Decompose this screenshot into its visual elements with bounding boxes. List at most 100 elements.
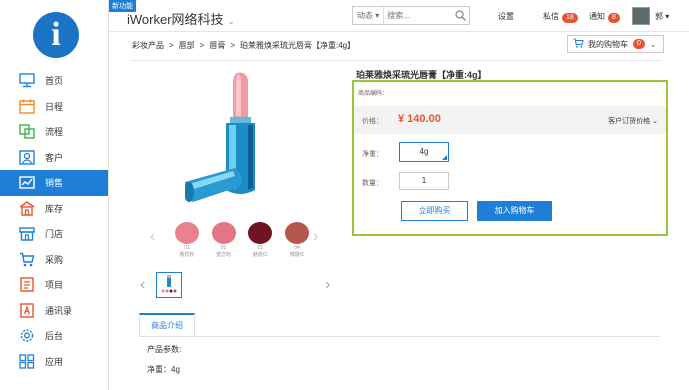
breadcrumb-item[interactable]: 唇部 bbox=[179, 41, 195, 50]
sidebar-item-label: 应用 bbox=[45, 356, 64, 367]
breadcrumb-current: 珀莱雅焕采琉光唇膏【净重:4g】 bbox=[240, 41, 356, 50]
product-image bbox=[185, 72, 255, 202]
sidebar-item-label: 门店 bbox=[45, 229, 64, 240]
sidebar-nav: 首页 日程 流程 客户 销售 库存 门店 采购 项目 通讯录 后台 应用 bbox=[0, 68, 108, 374]
tab-product-intro[interactable]: 商品介绍 bbox=[139, 313, 195, 337]
search-icon[interactable] bbox=[455, 10, 466, 23]
cart-icon bbox=[18, 251, 35, 268]
search-scope-select[interactable]: 动态 ▾ bbox=[353, 7, 385, 24]
messages-count-badge: 18 bbox=[562, 13, 578, 23]
sidebar-item-sales[interactable]: 销售 bbox=[0, 170, 108, 196]
warehouse-icon bbox=[18, 200, 35, 217]
net-weight-option[interactable]: 4g bbox=[399, 142, 449, 162]
param-net-weight: 净重：4g bbox=[147, 365, 180, 374]
contacts-icon bbox=[18, 302, 35, 319]
breadcrumb-item[interactable]: 唇膏 bbox=[209, 41, 225, 50]
customer-order-price-label: 客户订货价格 bbox=[608, 118, 651, 125]
breadcrumb-item[interactable]: 彩妆产品 bbox=[132, 41, 164, 50]
swatch-name: 樱花粉 bbox=[179, 252, 195, 258]
sidebar-item-label: 销售 bbox=[45, 178, 64, 189]
selected-corner-mark bbox=[442, 155, 447, 160]
add-to-cart-button[interactable]: 加入购物车 bbox=[477, 201, 552, 221]
color-swatch[interactable]: 03 魅惑红 bbox=[245, 222, 275, 258]
net-weight-value: 4g bbox=[419, 147, 429, 156]
sidebar: i 首页 日程 流程 客户 销售 库存 门店 采购 项目 通讯录 后台 应用 bbox=[0, 0, 109, 390]
search-scope-label: 动态 bbox=[357, 11, 373, 20]
chevron-right-icon[interactable]: › bbox=[325, 276, 330, 294]
breadcrumb-separator: > bbox=[230, 41, 236, 50]
settings-link[interactable]: 设置 bbox=[498, 11, 514, 22]
sidebar-item-store[interactable]: 门店 bbox=[0, 221, 108, 247]
messages-link[interactable]: 私信 18 bbox=[543, 11, 578, 23]
sidebar-item-purchase[interactable]: 采购 bbox=[0, 247, 108, 273]
sidebar-item-flow[interactable]: 流程 bbox=[0, 119, 108, 145]
sidebar-item-label: 后台 bbox=[45, 331, 64, 342]
sidebar-item-label: 库存 bbox=[45, 203, 64, 214]
chevron-down-icon: ⌄ bbox=[227, 16, 236, 26]
tab-divider bbox=[139, 336, 659, 337]
swatch-color bbox=[211, 222, 236, 244]
sidebar-item-label: 客户 bbox=[45, 152, 64, 163]
params-title: 产品参数: bbox=[147, 345, 182, 354]
flow-icon bbox=[18, 123, 35, 140]
messages-label: 私信 bbox=[543, 12, 559, 21]
product-code-label: 商品编码： bbox=[358, 91, 389, 97]
buy-now-button[interactable]: 立即购买 bbox=[401, 201, 468, 221]
color-swatches: 01 樱花粉 02 蜜恋粉 03 魅惑红 04 微醺红 bbox=[172, 222, 312, 258]
sidebar-item-project[interactable]: 项目 bbox=[0, 272, 108, 298]
search-input[interactable] bbox=[384, 11, 451, 20]
sidebar-item-home[interactable]: 首页 bbox=[0, 68, 108, 94]
swatch-color bbox=[284, 222, 309, 244]
chevron-left-icon[interactable]: ‹ bbox=[140, 276, 145, 294]
sidebar-item-apps[interactable]: 应用 bbox=[0, 349, 108, 375]
swatch-code: 03 bbox=[257, 245, 264, 251]
swatch-code: 02 bbox=[220, 245, 227, 251]
app-logo[interactable]: i bbox=[33, 12, 79, 58]
quantity-input[interactable]: 1 bbox=[399, 172, 449, 190]
sales-icon bbox=[18, 174, 35, 191]
product-thumbnail[interactable] bbox=[156, 272, 182, 298]
project-icon bbox=[18, 276, 35, 293]
chevron-right-icon[interactable]: › bbox=[313, 228, 318, 246]
swatch-name: 微醺红 bbox=[289, 252, 305, 258]
sidebar-item-admin[interactable]: 后台 bbox=[0, 323, 108, 349]
swatch-name: 魅惑红 bbox=[252, 252, 268, 258]
avatar[interactable] bbox=[632, 7, 650, 25]
chevron-left-icon[interactable]: ‹ bbox=[150, 228, 155, 246]
sidebar-item-label: 采购 bbox=[45, 254, 64, 265]
sidebar-item-label: 通讯录 bbox=[45, 305, 73, 316]
swatch-code: 04 bbox=[294, 245, 300, 251]
notices-count-badge: 8 bbox=[608, 13, 620, 23]
sidebar-item-schedule[interactable]: 日程 bbox=[0, 94, 108, 120]
apps-icon bbox=[18, 353, 35, 370]
chevron-down-icon: ⌄ bbox=[649, 39, 657, 49]
breadcrumb-separator: > bbox=[199, 41, 205, 50]
product-detail-panel: 商品编码： 价格： ¥ 140.00 客户订货价格 ⌄ 净重： 4g 数量： 1… bbox=[352, 80, 668, 236]
my-cart-button[interactable]: 我的购物车 0 ⌄ bbox=[567, 35, 664, 53]
swatch-color bbox=[248, 222, 273, 244]
sidebar-item-label: 日程 bbox=[45, 101, 64, 112]
notices-link[interactable]: 通知 8 bbox=[589, 11, 620, 23]
sidebar-item-customer[interactable]: 客户 bbox=[0, 145, 108, 171]
color-swatch[interactable]: 01 樱花粉 bbox=[172, 222, 202, 258]
sidebar-item-contacts[interactable]: 通讯录 bbox=[0, 298, 108, 324]
calendar-icon bbox=[18, 98, 35, 115]
notices-label: 通知 bbox=[589, 12, 605, 21]
monitor-icon bbox=[18, 72, 35, 89]
price-value: ¥ 140.00 bbox=[398, 113, 441, 125]
sidebar-item-label: 流程 bbox=[45, 127, 64, 138]
sidebar-item-inventory[interactable]: 库存 bbox=[0, 196, 108, 222]
swatch-name: 蜜恋粉 bbox=[216, 252, 232, 258]
user-menu[interactable]: 郭 ▾ bbox=[655, 11, 669, 22]
user-name: 郭 bbox=[655, 12, 663, 21]
color-swatch[interactable]: 02 蜜恋粉 bbox=[209, 222, 239, 258]
sidebar-item-label: 项目 bbox=[45, 280, 64, 291]
gear-icon bbox=[18, 327, 35, 344]
store-icon bbox=[18, 225, 35, 242]
breadcrumb: 彩妆产品 > 唇部 > 唇膏 > 珀莱雅焕采琉光唇膏【净重:4g】 bbox=[132, 40, 355, 51]
customer-order-price-toggle[interactable]: 客户订货价格 ⌄ bbox=[608, 116, 658, 126]
company-switcher[interactable]: iWorker网络科技 ⌄ bbox=[127, 9, 235, 28]
breadcrumb-separator: > bbox=[169, 41, 174, 50]
color-swatch[interactable]: 04 微醺红 bbox=[282, 222, 312, 258]
net-weight-label: 净重： bbox=[362, 151, 383, 158]
